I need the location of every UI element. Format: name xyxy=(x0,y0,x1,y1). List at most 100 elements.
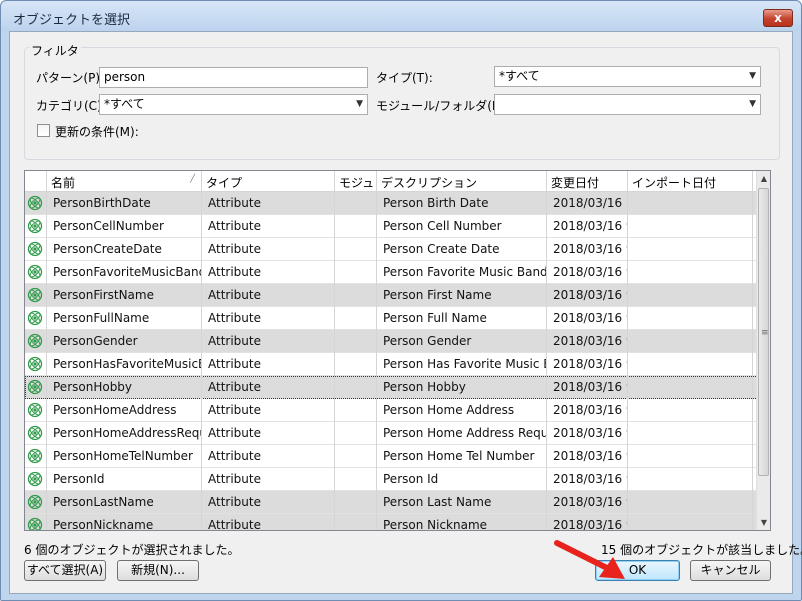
matched-count-text: 15 個のオブジェクトが該当しました。 xyxy=(601,543,802,557)
cell-module xyxy=(335,491,377,514)
column-header-imported[interactable]: インポート日付 xyxy=(628,171,753,192)
table-row[interactable]: PersonFirstName Attribute Person First Nam… xyxy=(25,284,770,307)
cell-name: PersonHomeTelNumber xyxy=(47,445,202,468)
select-all-button[interactable]: すべて選択(A) xyxy=(24,560,106,581)
column-header-description[interactable]: デスクリプション xyxy=(377,171,547,192)
cell-name: PersonCreateDate xyxy=(47,238,202,261)
attribute-icon xyxy=(25,215,47,238)
attribute-icon xyxy=(25,514,47,530)
cell-name: PersonHomeAddressRequi... xyxy=(47,422,202,445)
scroll-up-icon[interactable]: ▲ xyxy=(757,171,770,186)
table-row[interactable]: PersonHobby Attribute Person Hobby 2018/03/… xyxy=(25,376,770,399)
type-label: タイプ(T): xyxy=(376,71,433,85)
close-button[interactable]: x xyxy=(763,9,793,27)
cell-type: Attribute xyxy=(202,399,335,422)
pattern-label: パターン(P): xyxy=(36,71,105,85)
cell-type: Attribute xyxy=(202,215,335,238)
cell-name: PersonCellNumber xyxy=(47,215,202,238)
cell-imported xyxy=(628,422,753,445)
cell-modified: 2018/03/16 9... xyxy=(547,514,628,530)
vertical-scrollbar[interactable]: ▲ ≡ ▼ xyxy=(756,171,770,530)
table-row[interactable]: PersonCellNumber Attribute Person Cell Num… xyxy=(25,215,770,238)
table-row[interactable]: PersonGender Attribute Person Gender 2018/0… xyxy=(25,330,770,353)
window-title: オブジェクトを選択 xyxy=(13,13,131,28)
type-select-value: *すべて xyxy=(499,69,540,83)
new-button[interactable]: 新規(N)... xyxy=(117,560,199,581)
column-header-type[interactable]: タイプ xyxy=(202,171,335,192)
chevron-down-icon: ▼ xyxy=(356,99,363,109)
module-select[interactable]: ▼ xyxy=(494,94,761,115)
cell-modified: 2018/03/16 9... xyxy=(547,307,628,330)
table-row[interactable]: PersonHomeAddress Attribute Person Home Ad… xyxy=(25,399,770,422)
close-icon: x xyxy=(774,11,782,25)
table-row[interactable]: PersonNickname Attribute Person Nickname 20… xyxy=(25,514,770,530)
cell-type: Attribute xyxy=(202,445,335,468)
attribute-icon xyxy=(25,445,47,468)
cell-imported xyxy=(628,445,753,468)
cell-description: Person Home Tel Number xyxy=(377,445,547,468)
cell-modified: 2018/03/16 9... xyxy=(547,261,628,284)
scroll-thumb[interactable]: ≡ xyxy=(758,188,769,476)
cell-imported xyxy=(628,261,753,284)
cell-module xyxy=(335,284,377,307)
chevron-down-icon: ▼ xyxy=(749,71,756,81)
table-row[interactable]: PersonIdAttribute Person Id2018/03/16 9..… xyxy=(25,468,770,491)
cell-module xyxy=(335,261,377,284)
grip-icon: ≡ xyxy=(761,328,769,338)
column-header-module[interactable]: モジュ xyxy=(335,171,377,192)
column-header-modified[interactable]: 変更日付 xyxy=(547,171,628,192)
table-row[interactable]: PersonFullName Attribute Person Full Name 2… xyxy=(25,307,770,330)
cell-module xyxy=(335,376,377,399)
cell-imported xyxy=(628,284,753,307)
cell-description: Person Last Name xyxy=(377,491,547,514)
cell-module xyxy=(335,307,377,330)
column-header-name[interactable]: 名前 ╱ xyxy=(47,171,202,192)
cell-type: Attribute xyxy=(202,353,335,376)
scroll-down-icon[interactable]: ▼ xyxy=(757,515,770,530)
arrow-shaft xyxy=(554,540,612,572)
category-select-value: *すべて xyxy=(104,97,145,111)
title-bar[interactable]: オブジェクトを選択 x xyxy=(1,1,801,31)
cell-imported xyxy=(628,215,753,238)
module-label: モジュール/フォルダ(F): xyxy=(376,99,508,113)
update-condition-label: 更新の条件(M): xyxy=(55,125,139,139)
cancel-button[interactable]: キャンセル xyxy=(690,560,771,581)
cell-imported xyxy=(628,468,753,491)
cell-module xyxy=(335,399,377,422)
attribute-icon xyxy=(25,399,47,422)
cell-imported xyxy=(628,307,753,330)
type-select[interactable]: *すべて ▼ xyxy=(494,66,761,87)
attribute-icon xyxy=(25,284,47,307)
table-row[interactable]: PersonHomeAddressRequi...Attribute Person… xyxy=(25,422,770,445)
update-condition-checkbox[interactable] xyxy=(37,124,50,137)
pattern-input[interactable]: person xyxy=(99,67,368,88)
table-row[interactable]: PersonCreateDate Attribute Person Create D… xyxy=(25,238,770,261)
cell-module xyxy=(335,445,377,468)
category-select[interactable]: *すべて ▼ xyxy=(99,94,368,115)
cell-modified: 2018/03/16 9... xyxy=(547,353,628,376)
category-label: カテゴリ(C): xyxy=(36,99,106,113)
attribute-icon xyxy=(25,261,47,284)
attribute-icon xyxy=(25,353,47,376)
cell-description: Person Has Favorite Music Ba... xyxy=(377,353,547,376)
cell-module xyxy=(335,330,377,353)
cell-module xyxy=(335,353,377,376)
sort-ascending-icon: ╱ xyxy=(190,174,195,183)
cell-type: Attribute xyxy=(202,284,335,307)
object-list[interactable]: 名前 ╱ タイプ モジュ デスクリプション 変更日付 インポート日付 Perso… xyxy=(24,170,771,531)
cell-modified: 2018/03/16 9... xyxy=(547,330,628,353)
table-row[interactable]: PersonBirthDate Attribute Person Birth Dat… xyxy=(25,192,770,215)
table-row[interactable]: PersonLastName Attribute Person Last Name 2… xyxy=(25,491,770,514)
cell-type: Attribute xyxy=(202,330,335,353)
column-header-label: 名前 xyxy=(51,176,76,190)
table-row[interactable]: PersonFavoriteMusicBand Attribute Person F… xyxy=(25,261,770,284)
selected-count-text: 6 個のオブジェクトが選択されました。 xyxy=(24,543,240,557)
red-arrow-annotation xyxy=(554,540,625,579)
cell-name: PersonFullName xyxy=(47,307,202,330)
cell-modified: 2018/03/16 1... xyxy=(547,192,628,215)
cell-name: PersonHasFavoriteMusicB... xyxy=(47,353,202,376)
cell-description: Person Home Address xyxy=(377,399,547,422)
table-row[interactable]: PersonHasFavoriteMusicB... Attribute Perso… xyxy=(25,353,770,376)
table-row[interactable]: PersonHomeTelNumber Attribute Person Home … xyxy=(25,445,770,468)
cell-type: Attribute xyxy=(202,261,335,284)
